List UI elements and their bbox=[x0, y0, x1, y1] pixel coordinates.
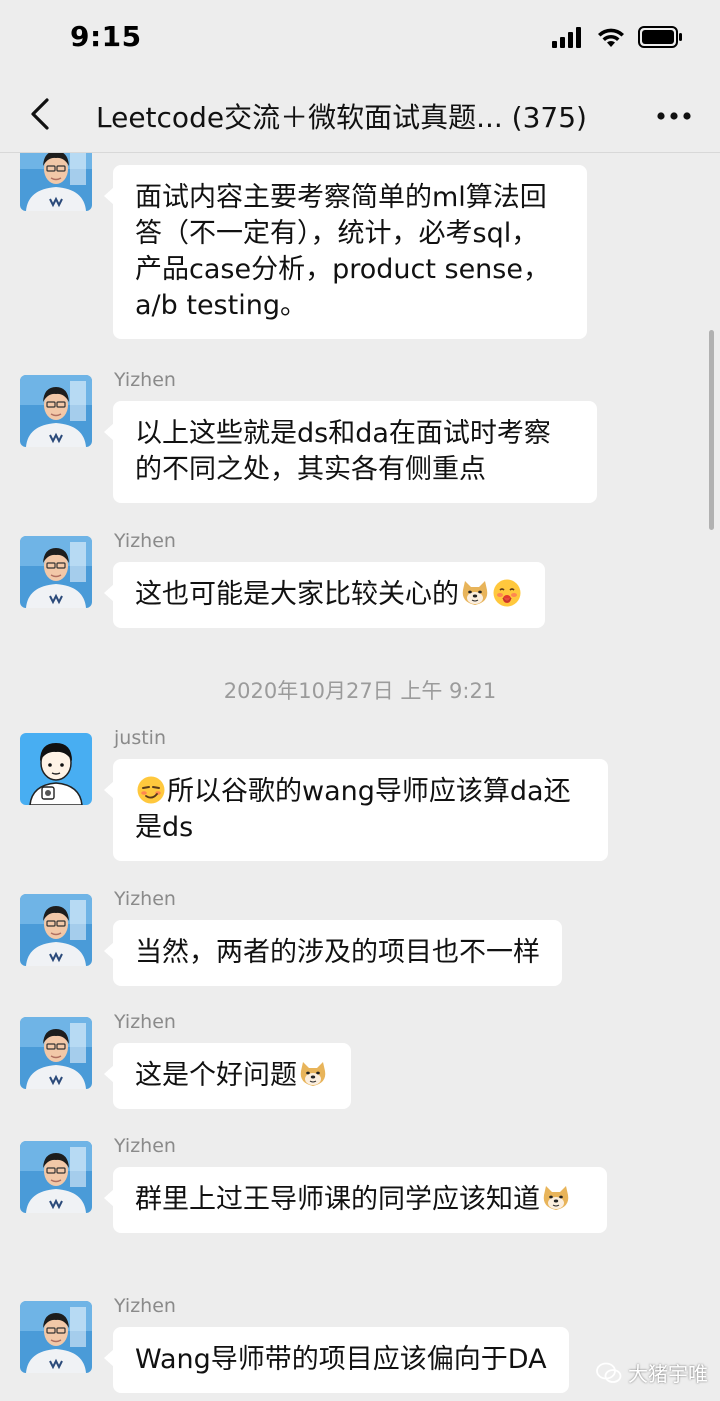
battery-icon bbox=[638, 26, 684, 52]
message-list[interactable]: 面试内容主要考察简单的ml算法回答（不一定有），统计，必考sql，产品case分… bbox=[0, 153, 720, 1401]
message-bubble[interactable]: 这也可能是大家比较关心的 bbox=[104, 562, 545, 628]
sender-name: Yizhen bbox=[114, 1011, 176, 1033]
message-bubble[interactable]: 群里上过王导师课的同学应该知道 bbox=[104, 1167, 607, 1233]
scrollbar[interactable] bbox=[709, 330, 714, 530]
message-bubble[interactable]: 这是个好问题 bbox=[104, 1043, 351, 1109]
doge-emoji bbox=[462, 581, 488, 605]
message-bubble[interactable]: Wang导师带的项目应该偏向于DA bbox=[104, 1327, 569, 1393]
message-bubble[interactable]: 当然，两者的涉及的项目也不一样 bbox=[104, 920, 562, 986]
chevron-left-icon bbox=[31, 98, 49, 130]
status-icons bbox=[552, 26, 684, 52]
message-text: 当然，两者的涉及的项目也不一样 bbox=[135, 937, 540, 968]
wechat-icon bbox=[596, 1362, 622, 1383]
watermark-text: 大猪宇唯 bbox=[628, 1362, 708, 1386]
avatar[interactable] bbox=[20, 1017, 92, 1089]
message-text: 所以谷歌的wang导师应该算da还是ds bbox=[135, 776, 571, 843]
message-bubble[interactable]: 所以谷歌的wang导师应该算da还是ds bbox=[104, 759, 608, 861]
message-text: 面试内容主要考察简单的ml算法回答（不一定有），统计，必考sql，产品case分… bbox=[135, 182, 550, 321]
message-text: 群里上过王导师课的同学应该知道 bbox=[135, 1184, 540, 1215]
message-bubble[interactable]: 面试内容主要考察简单的ml算法回答（不一定有），统计，必考sql，产品case分… bbox=[104, 165, 587, 339]
more-button[interactable] bbox=[654, 96, 694, 136]
watermark: 大猪宇唯 bbox=[596, 1358, 708, 1387]
doge-emoji bbox=[300, 1062, 326, 1086]
wifi-icon bbox=[596, 26, 626, 52]
avatar[interactable] bbox=[20, 375, 92, 447]
sender-name: justin bbox=[114, 727, 166, 749]
avatar[interactable] bbox=[20, 894, 92, 966]
status-bar: 9:15 bbox=[0, 0, 720, 78]
blush-emoji bbox=[493, 579, 521, 607]
more-dots-icon bbox=[657, 112, 691, 120]
sender-name: Yizhen bbox=[114, 888, 176, 910]
chat-timestamp: 2020年10月27日 上午 9:21 bbox=[223, 679, 497, 703]
message-bubble[interactable]: 以上这些就是ds和da在面试时考察的不同之处，其实各有侧重点 bbox=[104, 401, 597, 503]
message-text: 以上这些就是ds和da在面试时考察的不同之处，其实各有侧重点 bbox=[135, 418, 551, 485]
back-button[interactable] bbox=[18, 92, 62, 136]
sender-name: Yizhen bbox=[114, 1135, 176, 1157]
sender-name: Yizhen bbox=[114, 369, 176, 391]
avatar[interactable] bbox=[20, 1141, 92, 1213]
chat-header: Leetcode交流＋微软面试真题... (375) bbox=[0, 78, 720, 153]
sender-name: Yizhen bbox=[114, 530, 176, 552]
chat-title: Leetcode交流＋微软面试真题... (375) bbox=[96, 101, 587, 134]
status-time: 9:15 bbox=[70, 20, 142, 53]
avatar[interactable] bbox=[20, 153, 92, 211]
message-text: 这是个好问题 bbox=[135, 1060, 297, 1091]
avatar[interactable] bbox=[20, 1301, 92, 1373]
sender-name: Yizhen bbox=[114, 1295, 176, 1317]
avatar[interactable] bbox=[20, 536, 92, 608]
message-text: 这也可能是大家比较关心的 bbox=[135, 579, 459, 610]
doge-emoji bbox=[543, 1186, 569, 1210]
message-text: Wang导师带的项目应该偏向于DA bbox=[135, 1344, 547, 1375]
signal-icon bbox=[552, 26, 584, 52]
avatar[interactable] bbox=[20, 733, 92, 805]
smirk-emoji bbox=[137, 776, 165, 804]
